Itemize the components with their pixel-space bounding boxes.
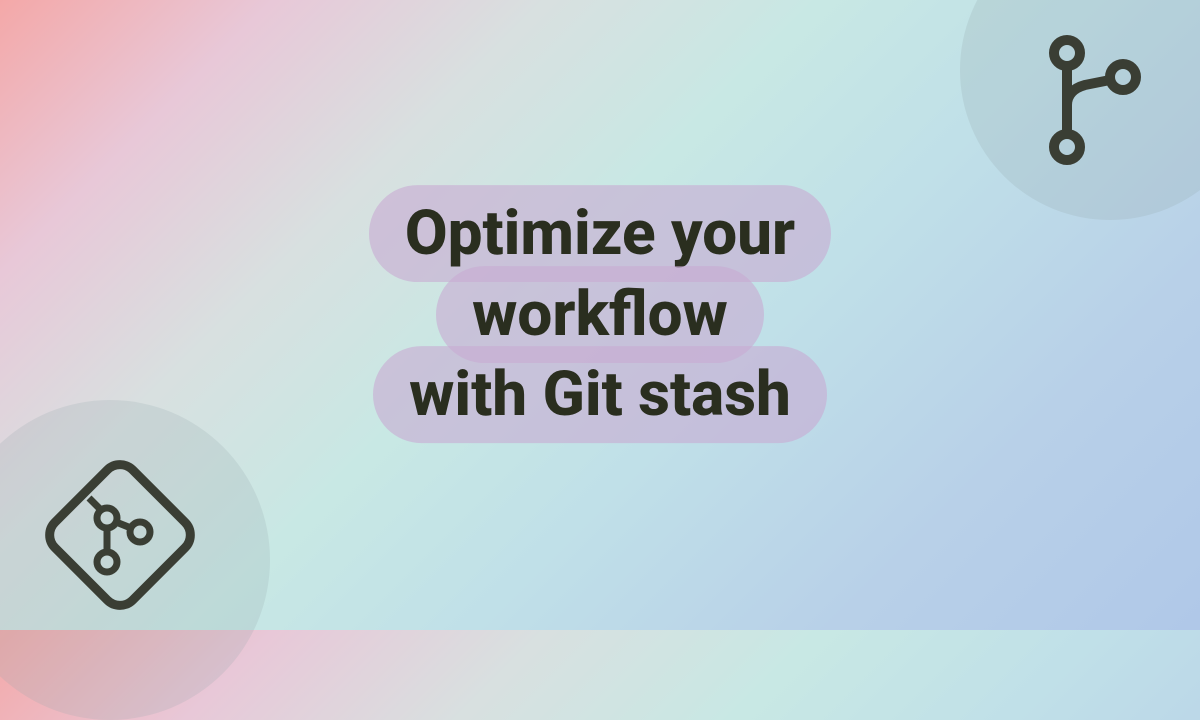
title-container: Optimize your workflow with Git stash [300,194,900,436]
page-title-line1: Optimize your workflow [369,185,831,363]
page-title-line2: with Git stash [373,346,827,443]
git-logo-icon [45,460,195,610]
decorative-circle-top-right [960,0,1200,220]
git-branch-icon [1045,35,1145,165]
decorative-circle-bottom-left [0,400,270,720]
